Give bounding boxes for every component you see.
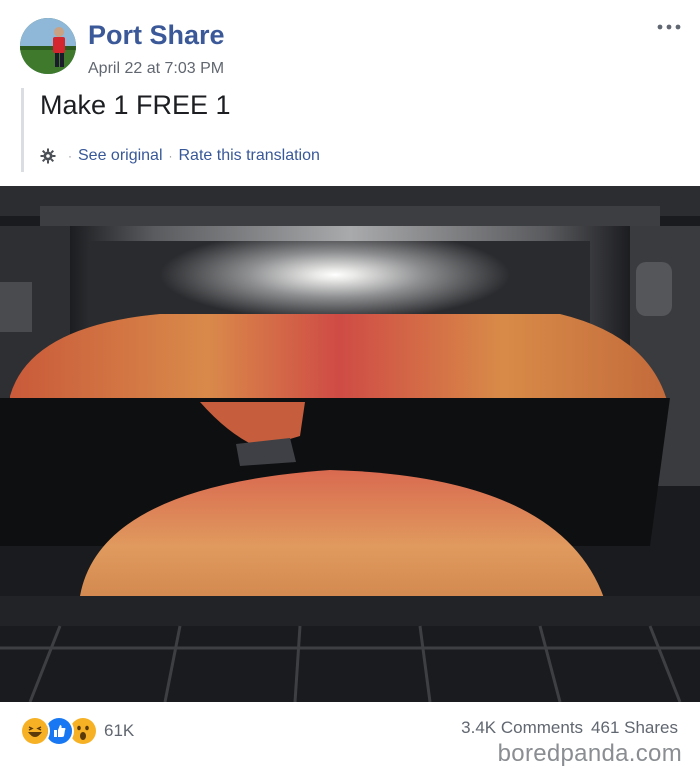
- shares-count-link[interactable]: 461 Shares: [591, 718, 678, 737]
- haha-icon: [20, 716, 50, 746]
- separator-dot: ·: [68, 149, 72, 163]
- reactions-summary[interactable]: 61K: [20, 716, 134, 746]
- gear-icon[interactable]: [40, 148, 56, 164]
- translation-bar: · See original · Rate this translation: [40, 147, 320, 165]
- reaction-count: 61K: [104, 721, 135, 740]
- see-original-link[interactable]: See original: [78, 147, 163, 165]
- post-photo[interactable]: [0, 186, 700, 702]
- comments-count-link[interactable]: 3.4K Comments: [461, 718, 583, 737]
- avatar[interactable]: [20, 18, 76, 74]
- post-timestamp[interactable]: April 22 at 7:03 PM: [88, 60, 224, 78]
- translation-quote-bar: [21, 88, 24, 172]
- avatar-image: [20, 18, 76, 74]
- watermark: boredpanda.com: [497, 740, 682, 767]
- separator-dot: ·: [168, 149, 173, 163]
- post-card: Port Share April 22 at 7:03 PM Make 1 FR…: [0, 0, 700, 776]
- more-options-icon[interactable]: [654, 18, 684, 36]
- rate-translation-link[interactable]: Rate this translation: [179, 147, 320, 165]
- author-name[interactable]: Port Share: [88, 20, 225, 51]
- engagement-stats: 3.4K Comments 461 Shares: [461, 718, 678, 738]
- post-text: Make 1 FREE 1: [40, 90, 231, 120]
